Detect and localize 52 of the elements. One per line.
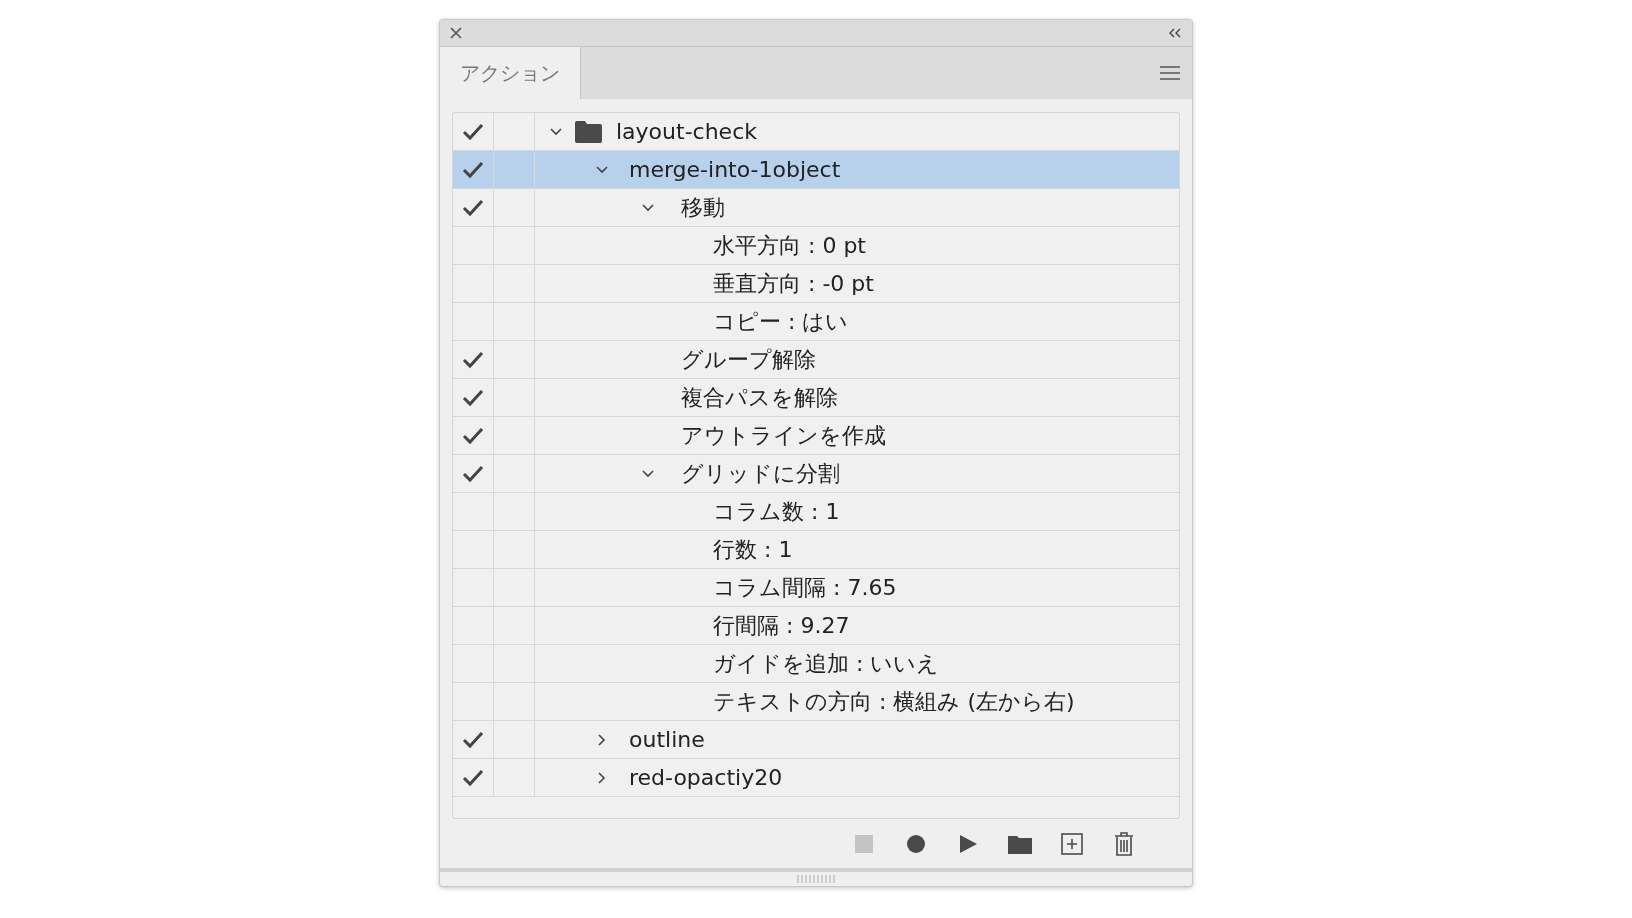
checkmark-icon[interactable]	[462, 388, 484, 407]
parameter-text: テキストの方向 : 横組み (左から右)	[713, 687, 1075, 716]
checkmark-icon[interactable]	[462, 730, 484, 749]
action-row[interactable]: ガイドを追加 : いいえ	[453, 645, 1179, 684]
checkmark-icon[interactable]	[462, 122, 484, 141]
action-row[interactable]: outline	[453, 721, 1179, 760]
action-name: アウトラインを作成	[681, 421, 886, 450]
action-name: merge-into-1object	[629, 157, 841, 183]
parameter-text: 行間隔 : 9.27	[713, 611, 850, 640]
checkmark-icon[interactable]	[462, 464, 484, 483]
checkmark-icon[interactable]	[462, 426, 484, 445]
parameter-text: 垂直方向 : -0 pt	[713, 269, 874, 298]
resize-grip-icon[interactable]	[797, 875, 835, 884]
action-row[interactable]: コラム数 : 1	[453, 493, 1179, 532]
action-row[interactable]: red-opactiy20	[453, 759, 1179, 798]
checkmark-icon[interactable]	[462, 768, 484, 787]
parameter-text: 行数 : 1	[713, 535, 793, 564]
action-name: layout-check	[616, 119, 757, 145]
action-row[interactable]: コラム間隔 : 7.65	[453, 569, 1179, 608]
action-row[interactable]: 複合パスを解除	[453, 379, 1179, 418]
action-row[interactable]: 移動	[453, 189, 1179, 228]
action-row[interactable]: グリッドに分割	[453, 455, 1179, 494]
action-name: 複合パスを解除	[681, 383, 838, 412]
checkmark-icon[interactable]	[462, 160, 484, 179]
delete-button[interactable]	[1112, 831, 1136, 856]
checkmark-icon[interactable]	[462, 350, 484, 369]
action-row[interactable]: テキストの方向 : 横組み (左から右)	[453, 683, 1179, 722]
parameter-text: コピー : はい	[713, 307, 849, 336]
menu-icon[interactable]	[1160, 66, 1180, 81]
action-row[interactable]: 行数 : 1	[453, 531, 1179, 570]
action-name: outline	[629, 727, 705, 753]
action-row[interactable]: コピー : はい	[453, 303, 1179, 342]
folder-icon	[575, 120, 602, 143]
parameter-text: コラム数 : 1	[713, 497, 840, 526]
checkmark-icon[interactable]	[462, 198, 484, 217]
action-name: グリッドに分割	[681, 459, 840, 488]
collapse-icon[interactable]	[1168, 28, 1182, 39]
close-icon[interactable]	[450, 27, 462, 40]
action-row[interactable]: 垂直方向 : -0 pt	[453, 265, 1179, 304]
action-row[interactable]: アウトラインを作成	[453, 417, 1179, 456]
action-row[interactable]: merge-into-1object	[453, 151, 1179, 190]
action-row[interactable]: グループ解除	[453, 341, 1179, 380]
panel-tab[interactable]: アクション	[440, 47, 581, 100]
parameter-text: 水平方向 : 0 pt	[713, 231, 866, 260]
action-name: 移動	[681, 193, 725, 222]
parameter-text: コラム間隔 : 7.65	[713, 573, 897, 602]
action-name: red-opactiy20	[629, 765, 783, 791]
action-row[interactable]: 行間隔 : 9.27	[453, 607, 1179, 646]
action-name: グループ解除	[681, 345, 816, 374]
action-row[interactable]: 水平方向 : 0 pt	[453, 227, 1179, 266]
parameter-text: ガイドを追加 : いいえ	[713, 649, 940, 678]
new-action-button[interactable]	[1060, 831, 1084, 856]
